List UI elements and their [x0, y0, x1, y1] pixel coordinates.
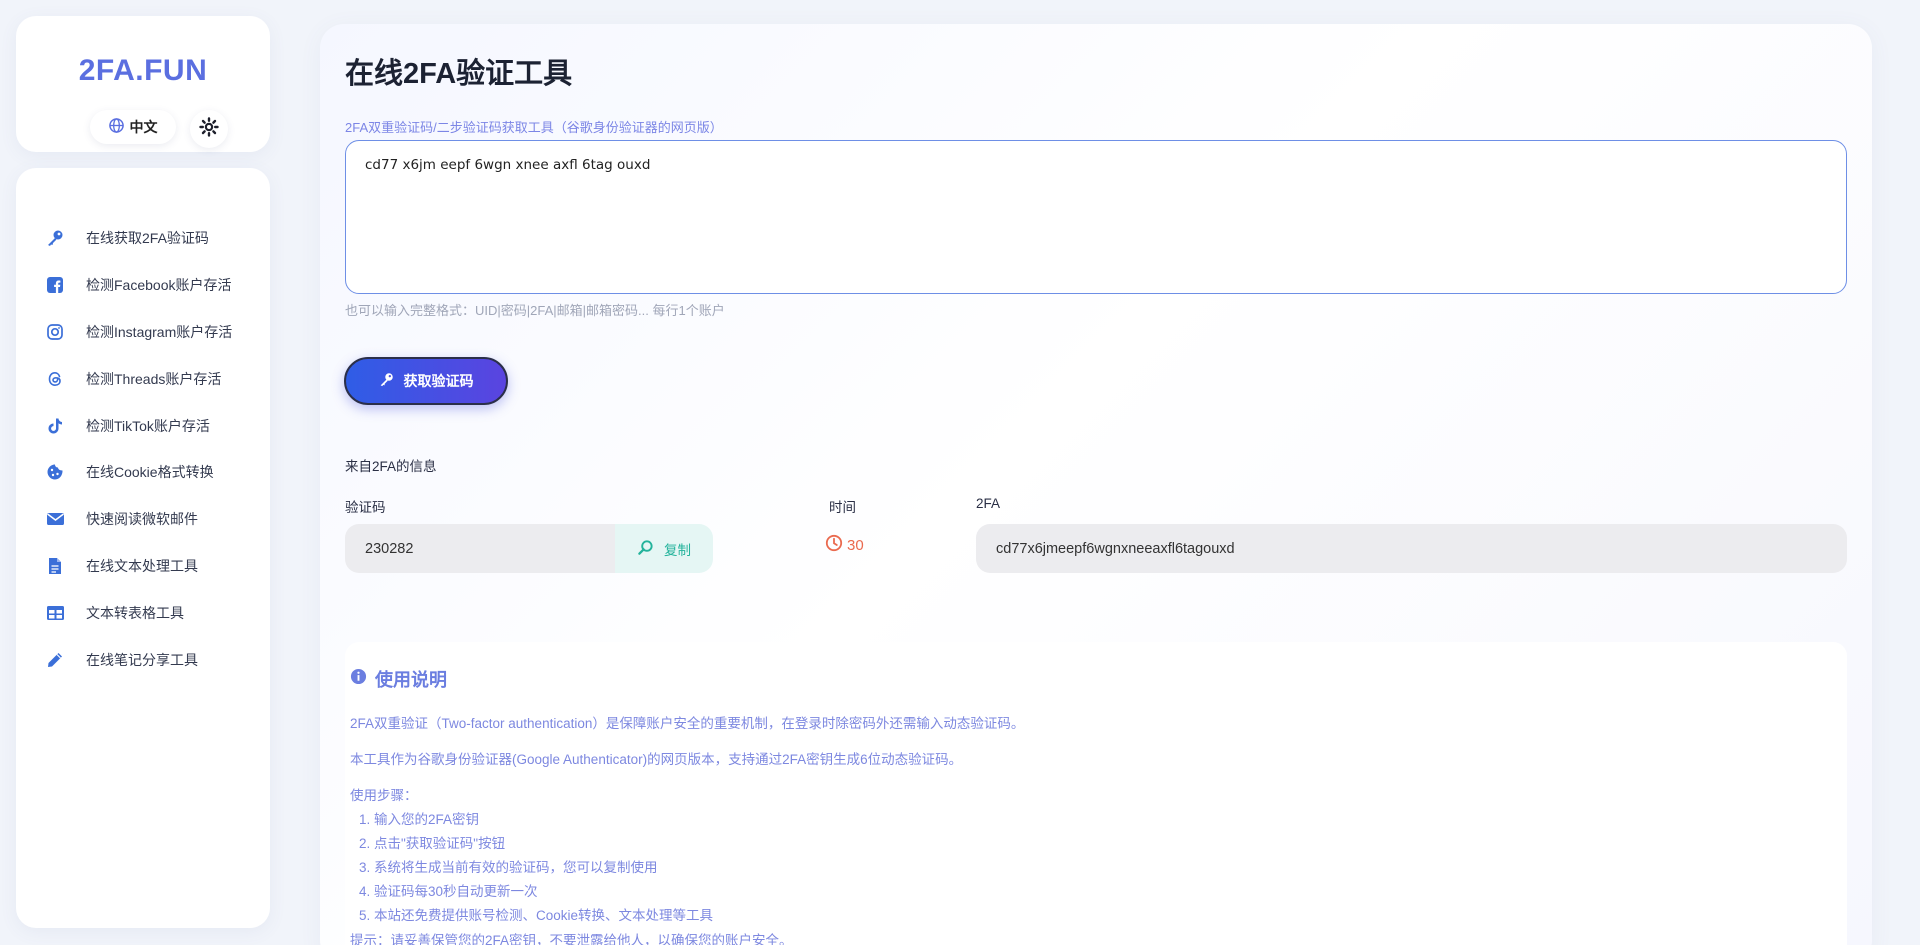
step-item: 4. 验证码每30秒自动更新一次 — [359, 884, 538, 899]
clock-icon — [825, 534, 843, 556]
step-item: 1. 输入您的2FA密钥 — [359, 812, 480, 827]
pencil-icon — [45, 650, 65, 670]
key-icon — [379, 372, 394, 390]
time-column-label: 时间 — [829, 500, 856, 515]
verification-code-value: 230282 — [365, 540, 414, 557]
instructions-title: 使用说明 — [375, 670, 447, 690]
step-item: 5. 本站还免费提供账号检测、Cookie转换、文本处理等工具 — [359, 908, 714, 923]
language-button[interactable]: 中文 — [90, 110, 176, 144]
verification-code-field[interactable]: 230282 — [345, 524, 615, 573]
globe-icon — [108, 118, 124, 136]
sidebar-item-instagram[interactable]: 检测Instagram账户存活 — [16, 309, 270, 356]
sidebar-item-2fa[interactable]: 在线获取2FA验证码 — [16, 215, 270, 262]
sidebar-item-label: 在线文本处理工具 — [86, 557, 198, 574]
instructions-para-2: 本工具作为谷歌身份验证器(Google Authenticator)的网页版本，… — [350, 752, 963, 767]
facebook-icon — [45, 275, 65, 295]
sidebar-item-label: 检测Instagram账户存活 — [86, 323, 233, 340]
site-logo[interactable]: 2FA.FUN — [16, 54, 270, 88]
sidebar-item-table-tool[interactable]: 文本转表格工具 — [16, 589, 270, 636]
envelope-icon — [45, 509, 65, 529]
sidebar-item-notes[interactable]: 在线笔记分享工具 — [16, 636, 270, 683]
sidebar-item-label: 检测Facebook账户存活 — [86, 277, 232, 294]
info-icon — [350, 668, 367, 690]
sidebar-item-label: 检测Threads账户存活 — [86, 370, 222, 387]
sidebar-nav: 在线获取2FA验证码 检测Facebook账户存活 检测Instagram账户存… — [16, 168, 270, 928]
instructions-para-1: 2FA双重验证（Two-factor authentication）是保障账户安… — [350, 716, 1025, 731]
secret-input[interactable]: cd77 x6jm eepf 6wgn xnee axfl 6tag ouxd — [345, 140, 1847, 294]
theme-toggle-button[interactable] — [190, 110, 228, 148]
brand-card: 2FA.FUN 中文 — [16, 16, 270, 152]
document-icon — [45, 556, 65, 576]
copy-label: 复制 — [664, 542, 691, 558]
search-icon — [637, 539, 654, 559]
page-title: 在线2FA验证工具 — [345, 58, 573, 90]
sidebar-item-text-tool[interactable]: 在线文本处理工具 — [16, 543, 270, 590]
sidebar-item-label: 在线Cookie格式转换 — [86, 464, 214, 481]
result-section-label: 来自2FA的信息 — [345, 459, 437, 474]
gear-sun-icon — [199, 116, 219, 142]
sidebar-item-label: 快速阅读微软邮件 — [86, 511, 198, 528]
sidebar-item-label: 检测TikTok账户存活 — [86, 417, 210, 434]
sidebar-item-tiktok[interactable]: 检测TikTok账户存活 — [16, 402, 270, 449]
threads-icon — [45, 369, 65, 389]
page: 2FA.FUN 中文 在线获取2FA验证码 检测Facebook账户存活 检测I… — [0, 0, 1920, 945]
secret-input-label: 2FA双重验证码/二步验证码获取工具（谷歌身份验证器的网页版） — [345, 120, 723, 135]
sidebar-item-label: 在线笔记分享工具 — [86, 651, 198, 668]
secret-column-label: 2FA — [976, 496, 1001, 511]
language-label: 中文 — [129, 119, 158, 135]
instructions-box: 使用说明 2FA双重验证（Two-factor authentication）是… — [345, 642, 1847, 945]
code-column-label: 验证码 — [345, 500, 386, 515]
key-icon — [45, 228, 65, 248]
sidebar-item-cookie[interactable]: 在线Cookie格式转换 — [16, 449, 270, 496]
sidebar-item-threads[interactable]: 检测Threads账户存活 — [16, 355, 270, 402]
step-item: 2. 点击"获取验证码"按钮 — [359, 836, 506, 851]
input-hint: 也可以输入完整格式：UID|密码|2FA|邮箱|邮箱密码... 每行1个账户 — [345, 303, 725, 318]
sidebar-item-label: 文本转表格工具 — [86, 604, 184, 621]
tiktok-icon — [45, 416, 65, 436]
get-code-label: 获取验证码 — [403, 373, 474, 389]
copy-button[interactable]: 复制 — [615, 524, 713, 573]
security-tip: 提示：请妥善保管您的2FA密钥，不要泄露给他人，以确保您的账户安全。 — [350, 933, 793, 945]
get-code-button[interactable]: 获取验证码 — [344, 357, 508, 405]
table-icon — [45, 603, 65, 623]
countdown-value: 30 — [847, 536, 864, 554]
normalized-secret-field[interactable]: cd77x6jmeepf6wgnxneeaxfl6tagouxd — [976, 524, 1847, 573]
sidebar-item-mail[interactable]: 快速阅读微软邮件 — [16, 496, 270, 543]
main-panel: 在线2FA验证工具 2FA双重验证码/二步验证码获取工具（谷歌身份验证器的网页版… — [320, 24, 1872, 945]
cookie-icon — [45, 462, 65, 482]
sidebar-item-label: 在线获取2FA验证码 — [86, 230, 209, 247]
steps-label: 使用步骤： — [350, 788, 418, 803]
instructions-heading: 使用说明 — [350, 666, 447, 692]
countdown-timer: 30 — [825, 533, 864, 557]
step-item: 3. 系统将生成当前有效的验证码，您可以复制使用 — [359, 860, 658, 875]
sidebar-item-facebook[interactable]: 检测Facebook账户存活 — [16, 262, 270, 309]
instagram-icon — [45, 322, 65, 342]
normalized-secret-value: cd77x6jmeepf6wgnxneeaxfl6tagouxd — [996, 540, 1235, 557]
